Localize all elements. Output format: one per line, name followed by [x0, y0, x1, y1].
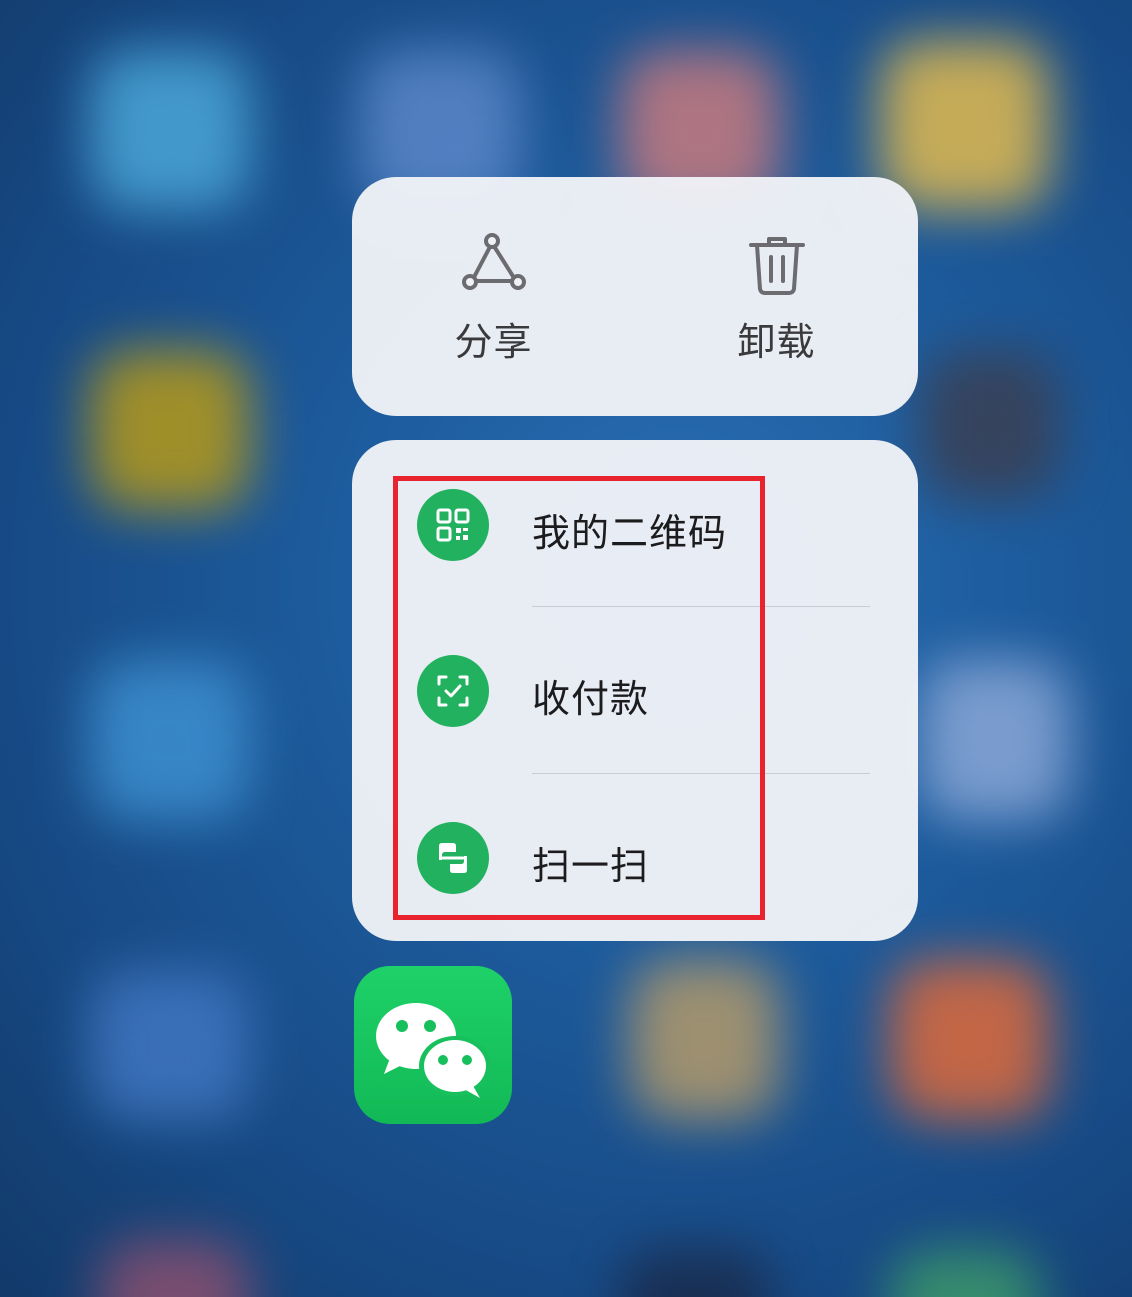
blurred-app-icon: [100, 1240, 250, 1297]
blurred-app-icon: [90, 970, 250, 1120]
wechat-icon: [376, 1003, 491, 1098]
blurred-app-icon: [630, 960, 780, 1120]
trash-icon: [748, 237, 805, 295]
blurred-app-icon: [620, 1250, 770, 1297]
blurred-app-icon: [890, 1250, 1040, 1297]
share-icon: [461, 233, 526, 290]
blurred-app-icon: [90, 350, 250, 510]
blurred-app-icon: [890, 960, 1050, 1120]
blurred-app-icon: [920, 350, 1060, 500]
blurred-app-icon: [90, 660, 250, 820]
share-button[interactable]: 分享: [352, 177, 635, 416]
wechat-app-icon[interactable]: [354, 966, 512, 1124]
blurred-app-icon: [90, 50, 250, 210]
home-screen-background: 分享 卸载 我的二维码 收付款 扫一扫: [0, 0, 1132, 1297]
uninstall-button[interactable]: 卸载: [635, 177, 918, 416]
highlight-box: [393, 476, 765, 920]
uninstall-label: 卸载: [737, 320, 816, 364]
blurred-app-icon: [920, 660, 1070, 820]
share-label: 分享: [454, 320, 533, 364]
quick-actions-card: 分享 卸载: [352, 177, 918, 416]
